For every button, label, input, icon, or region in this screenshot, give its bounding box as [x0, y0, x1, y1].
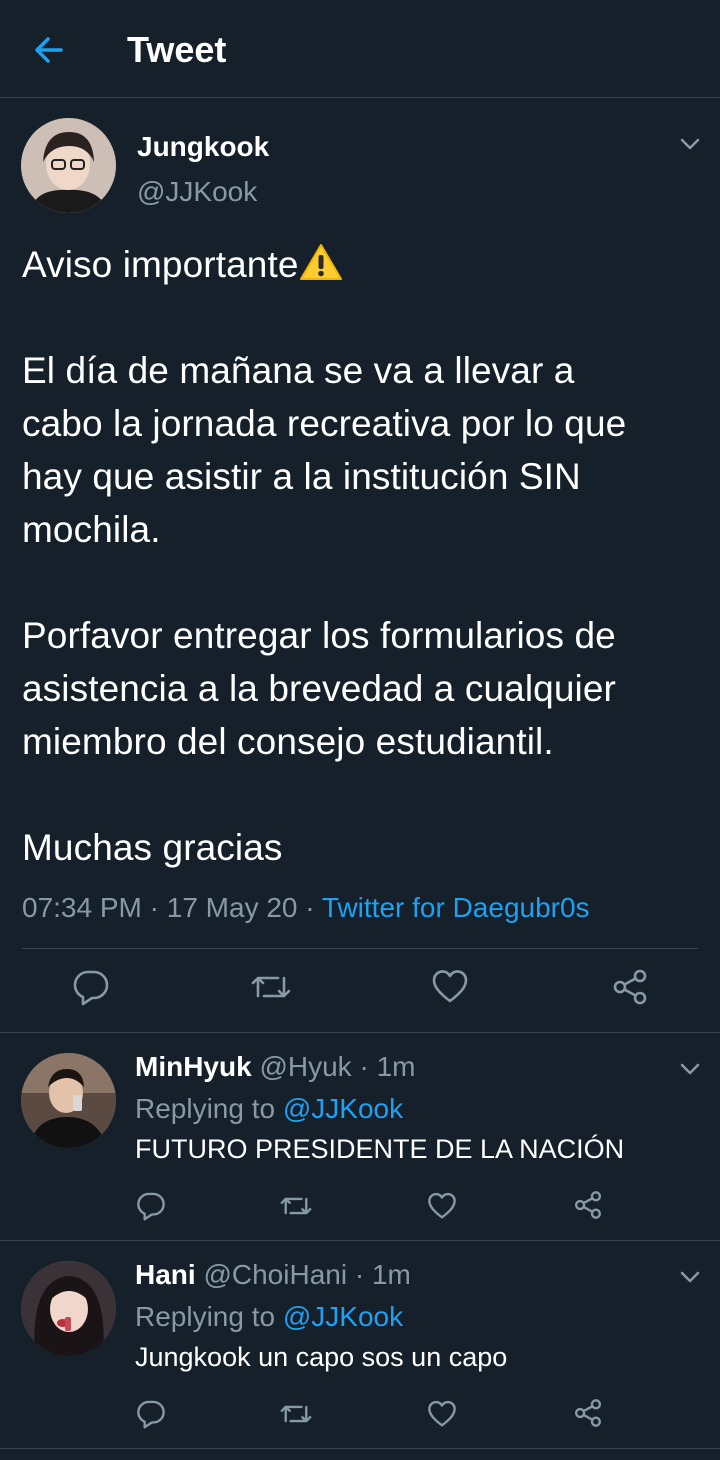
reply-menu-button[interactable] [678, 1265, 702, 1289]
reply-author-handle[interactable]: @Hyuk [259, 1051, 351, 1082]
tweet-text: Aviso importante El día de mañana se va … [22, 238, 712, 874]
reply-tweet[interactable]: MinHyuk @Hyuk · 1m Replying to @JJKook F… [0, 1033, 720, 1239]
reply-icon [137, 1400, 165, 1429]
chevron-down-icon [680, 1271, 700, 1283]
replying-to: Replying to @JJKook [135, 1301, 403, 1333]
share-icon [574, 1399, 602, 1427]
reply-tweet[interactable]: Hani @ChoiHani · 1m Replying to @JJKook … [0, 1241, 720, 1447]
like-button[interactable] [427, 1399, 457, 1428]
share-button[interactable] [573, 1398, 603, 1428]
replying-to: Replying to @JJKook [135, 1093, 403, 1125]
retweet-icon [280, 1405, 312, 1423]
retweet-icon [280, 1197, 312, 1215]
retweet-icon [251, 976, 291, 998]
reply-header: MinHyuk @Hyuk · 1m [135, 1051, 415, 1083]
meta-separator: · [359, 1051, 369, 1082]
author-name[interactable]: Jungkook [137, 131, 269, 163]
retweet-button[interactable] [279, 1399, 313, 1429]
chevron-down-icon [680, 1063, 700, 1075]
retweet-button[interactable] [250, 968, 292, 1006]
replying-to-label: Replying to [135, 1093, 276, 1124]
meta-separator: · [354, 1259, 365, 1290]
meta-separator: · [305, 892, 315, 923]
reply-actions [0, 1189, 720, 1239]
reply-header: Hani @ChoiHani · 1m [135, 1259, 411, 1291]
replying-to-handle-link[interactable]: @JJKook [283, 1093, 403, 1124]
share-icon [613, 969, 647, 1005]
reply-button[interactable] [136, 1397, 166, 1429]
page-title: Tweet [127, 29, 227, 70]
share-button[interactable] [611, 968, 649, 1006]
reply-time: 1m [371, 1259, 411, 1290]
reply-actions [0, 1397, 720, 1447]
tweet-actions [0, 966, 720, 1016]
tweet-date: 17 May 20 [166, 892, 298, 923]
author-handle[interactable]: @JJKook [137, 176, 257, 208]
tweet-source-link[interactable]: Twitter for Daegubr0s [322, 892, 590, 923]
like-button[interactable] [427, 1191, 457, 1220]
retweet-button[interactable] [279, 1191, 313, 1221]
back-arrow-icon [35, 37, 63, 63]
tweet-menu-button[interactable] [678, 132, 702, 156]
like-icon [428, 1192, 456, 1219]
reply-author-name[interactable]: MinHyuk [135, 1051, 252, 1082]
tweet-time: 07:34 PM [22, 892, 142, 923]
reply-author-handle[interactable]: @ChoiHani [203, 1259, 347, 1290]
top-app-bar: Tweet [0, 0, 720, 98]
like-button[interactable] [431, 968, 469, 1004]
reply-text: Jungkook un capo sos un capo [135, 1342, 508, 1372]
reply-time: 1m [376, 1051, 416, 1082]
reply-author-name[interactable]: Hani [135, 1259, 196, 1290]
avatar[interactable] [21, 1261, 116, 1356]
reply-icon [73, 970, 109, 1006]
replying-to-label: Replying to [135, 1301, 276, 1332]
back-button[interactable] [28, 30, 72, 70]
warning-emoji-icon [299, 242, 343, 282]
reply-text: FUTURO PRESIDENTE DE LA NACIÓN [135, 1134, 625, 1164]
reply-button[interactable] [72, 966, 110, 1006]
reply-icon [137, 1192, 165, 1221]
avatar[interactable] [21, 118, 116, 213]
chevron-down-icon [680, 138, 700, 150]
share-button[interactable] [573, 1190, 603, 1220]
meta-separator: · [149, 892, 159, 923]
share-icon [574, 1191, 602, 1219]
reply-button[interactable] [136, 1189, 166, 1221]
like-icon [428, 1400, 456, 1427]
like-icon [432, 970, 468, 1003]
tweet-text-line1: Aviso importante [22, 244, 299, 285]
tweet-meta: 07:34 PM · 17 May 20 · Twitter for Daegu… [22, 892, 590, 924]
avatar[interactable] [21, 1053, 116, 1148]
tweet-text-body: El día de mañana se va a llevar a cabo l… [22, 350, 627, 868]
divider [22, 948, 698, 949]
reply-menu-button[interactable] [678, 1057, 702, 1081]
replying-to-handle-link[interactable]: @JJKook [283, 1301, 403, 1332]
divider [0, 1448, 720, 1449]
